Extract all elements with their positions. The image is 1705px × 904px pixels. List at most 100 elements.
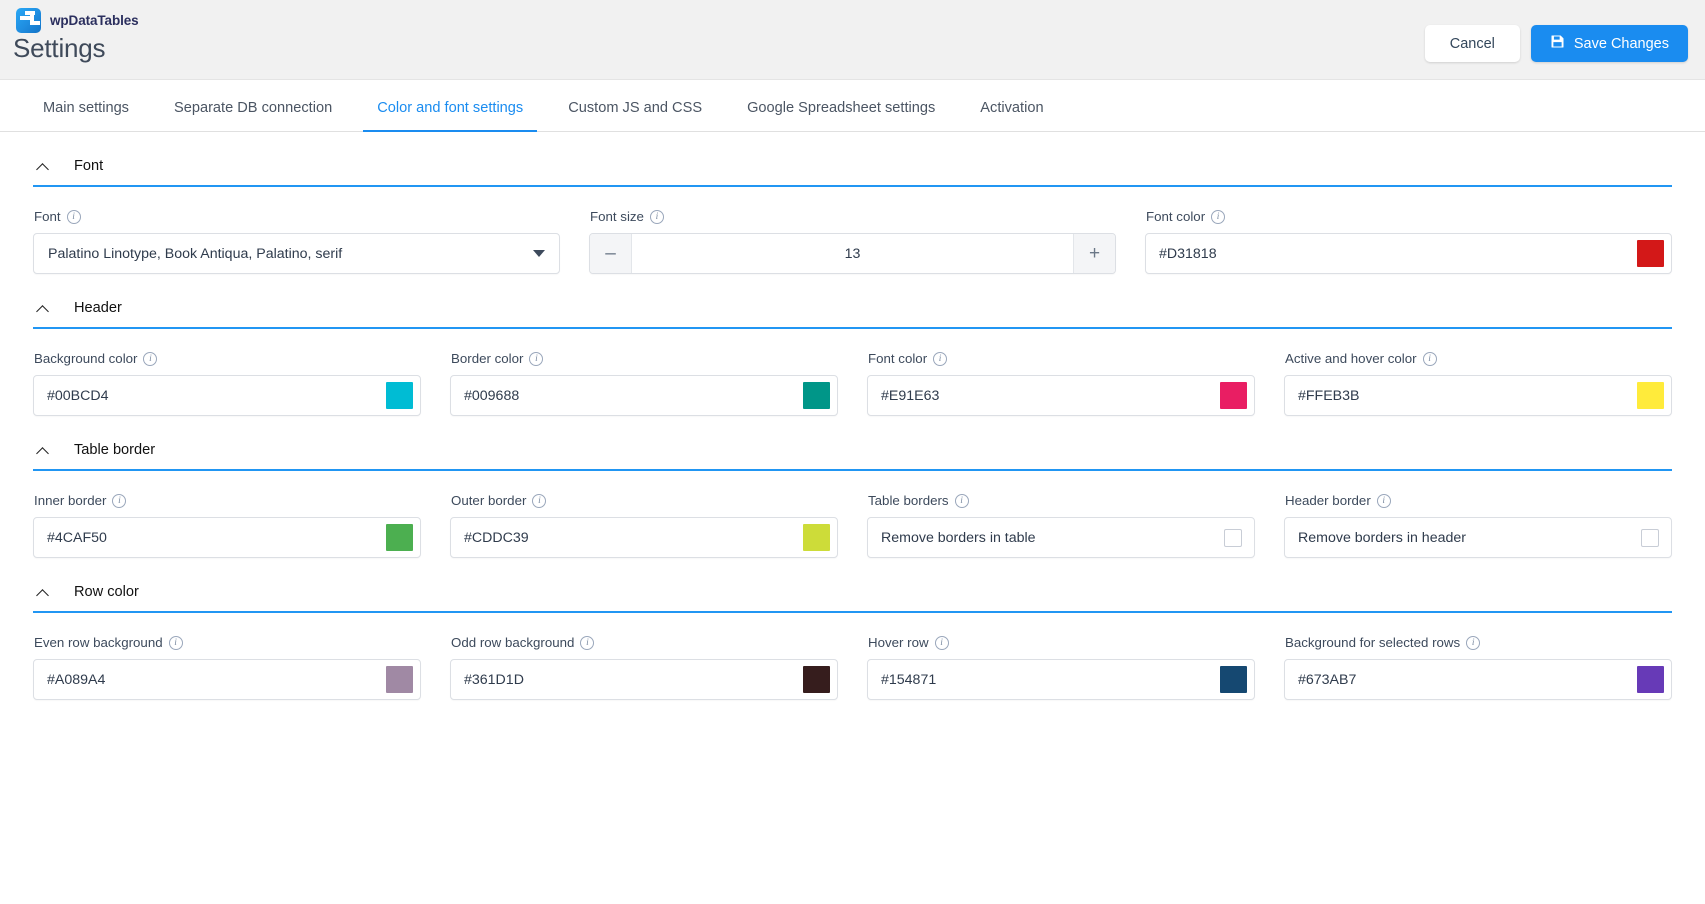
section-title: Row color — [74, 584, 139, 600]
page-title: Settings — [13, 33, 106, 63]
field-active-and-hover-color: Active and hover color i #FFEB3B — [1284, 351, 1672, 416]
field-label: Header border i — [1284, 493, 1672, 508]
field-border-color: Border color i #009688 — [450, 351, 838, 416]
color-input-font-color[interactable]: #E91E63 — [867, 375, 1255, 416]
tab-custom-js-and-css[interactable]: Custom JS and CSS — [554, 100, 716, 131]
section-header[interactable]: Header — [33, 274, 1672, 327]
input-value[interactable]: #361D1D — [451, 672, 803, 688]
info-icon[interactable]: i — [1211, 209, 1226, 224]
decrement-button[interactable]: – — [590, 234, 632, 273]
color-swatch[interactable] — [1637, 666, 1664, 693]
save-changes-button[interactable]: Save Changes — [1530, 25, 1688, 62]
tab-color-and-font-settings[interactable]: Color and font settings — [363, 100, 538, 132]
field-outer-border: Outer border i #CDDC39 — [450, 493, 838, 558]
font-size-value[interactable]: 13 — [632, 234, 1073, 273]
section-header[interactable]: Font — [33, 132, 1672, 185]
input-value[interactable]: Palatino Linotype, Book Antiqua, Palatin… — [34, 246, 533, 262]
select-font[interactable]: Palatino Linotype, Book Antiqua, Palatin… — [33, 233, 560, 274]
chevron-up-icon[interactable] — [36, 304, 50, 313]
section-font: Font Font i Palatino Linotype, Book Antiqua… — [33, 132, 1672, 274]
field-label-text: Hover row — [868, 635, 929, 650]
color-input-outer-border[interactable]: #CDDC39 — [450, 517, 838, 558]
info-icon[interactable]: i — [529, 351, 544, 366]
field-label-text: Border color — [451, 351, 524, 366]
save-changes-label: Save Changes — [1573, 35, 1669, 52]
color-input-inner-border[interactable]: #4CAF50 — [33, 517, 421, 558]
field-label: Even row background i — [33, 635, 421, 650]
tab-activation[interactable]: Activation — [966, 100, 1057, 131]
info-icon[interactable]: i — [112, 493, 127, 508]
section-title: Table border — [74, 442, 156, 458]
chevron-down-icon[interactable] — [533, 250, 545, 257]
font-size-stepper[interactable]: –13 + — [589, 233, 1116, 274]
cancel-button[interactable]: Cancel — [1424, 25, 1520, 62]
field-label: Active and hover color i — [1284, 351, 1672, 366]
info-icon[interactable]: i — [1376, 493, 1391, 508]
increment-button[interactable]: + — [1073, 234, 1115, 273]
info-icon[interactable]: i — [66, 209, 81, 224]
color-input-even-row-background[interactable]: #A089A4 — [33, 659, 421, 700]
checkbox-row-header-border[interactable]: Remove borders in header — [1284, 517, 1672, 558]
input-value[interactable]: #E91E63 — [868, 388, 1220, 404]
input-value[interactable]: #4CAF50 — [34, 530, 386, 546]
field-label-text: Font — [34, 209, 61, 224]
chevron-up-icon[interactable] — [36, 446, 50, 455]
info-icon[interactable]: i — [933, 351, 948, 366]
field-font-color: Font color i #D31818 — [1145, 209, 1672, 274]
settings-content: Font Font i Palatino Linotype, Book Antiqua… — [0, 132, 1705, 700]
input-value[interactable]: #00BCD4 — [34, 388, 386, 404]
section-header[interactable]: Row color — [33, 558, 1672, 611]
tab-separate-db-connection[interactable]: Separate DB connection — [160, 100, 346, 131]
color-swatch[interactable] — [386, 382, 413, 409]
input-value[interactable]: #673AB7 — [1285, 672, 1637, 688]
color-swatch[interactable] — [386, 524, 413, 551]
color-input-hover-row[interactable]: #154871 — [867, 659, 1255, 700]
field-label: Outer border i — [450, 493, 838, 508]
color-swatch[interactable] — [803, 382, 830, 409]
section-header[interactable]: Table border — [33, 416, 1672, 469]
color-input-font-color[interactable]: #D31818 — [1145, 233, 1672, 274]
input-value[interactable]: Remove borders in header — [1285, 530, 1641, 546]
color-swatch[interactable] — [803, 524, 830, 551]
color-input-active-and-hover-color[interactable]: #FFEB3B — [1284, 375, 1672, 416]
info-icon[interactable]: i — [649, 209, 664, 224]
color-input-background-for-selected-rows[interactable]: #673AB7 — [1284, 659, 1672, 700]
color-swatch[interactable] — [386, 666, 413, 693]
color-swatch[interactable] — [1637, 240, 1664, 267]
info-icon[interactable]: i — [934, 635, 949, 650]
field-label: Font color i — [1145, 209, 1672, 224]
chevron-up-icon[interactable] — [36, 162, 50, 171]
color-swatch[interactable] — [1220, 666, 1247, 693]
tab-main-settings[interactable]: Main settings — [29, 100, 143, 131]
chevron-up-icon[interactable] — [36, 588, 50, 597]
input-value[interactable]: #A089A4 — [34, 672, 386, 688]
tab-google-spreadsheet-settings[interactable]: Google Spreadsheet settings — [733, 100, 949, 131]
color-input-border-color[interactable]: #009688 — [450, 375, 838, 416]
field-row: Font i Palatino Linotype, Book Antiqua, Pa… — [33, 187, 1672, 274]
brand-name: wpDataTables — [50, 13, 139, 28]
info-icon[interactable]: i — [1422, 351, 1437, 366]
input-value[interactable]: #D31818 — [1146, 246, 1637, 262]
checkbox-row-table-borders[interactable]: Remove borders in table — [867, 517, 1255, 558]
input-value[interactable]: #154871 — [868, 672, 1220, 688]
field-header-border: Header border i Remove borders in header — [1284, 493, 1672, 558]
field-label: Background color i — [33, 351, 421, 366]
color-input-odd-row-background[interactable]: #361D1D — [450, 659, 838, 700]
input-value[interactable]: #CDDC39 — [451, 530, 803, 546]
info-icon[interactable]: i — [532, 493, 547, 508]
info-icon[interactable]: i — [168, 635, 183, 650]
color-swatch[interactable] — [803, 666, 830, 693]
color-input-background-color[interactable]: #00BCD4 — [33, 375, 421, 416]
checkbox-input[interactable] — [1641, 528, 1659, 547]
info-icon[interactable]: i — [954, 493, 969, 508]
color-swatch[interactable] — [1220, 382, 1247, 409]
info-icon[interactable]: i — [1466, 635, 1481, 650]
input-value[interactable]: #009688 — [451, 388, 803, 404]
field-background-color: Background color i #00BCD4 — [33, 351, 421, 416]
checkbox-input[interactable] — [1224, 528, 1242, 547]
info-icon[interactable]: i — [580, 635, 595, 650]
info-icon[interactable]: i — [143, 351, 158, 366]
input-value[interactable]: #FFEB3B — [1285, 388, 1637, 404]
input-value[interactable]: Remove borders in table — [868, 530, 1224, 546]
color-swatch[interactable] — [1637, 382, 1664, 409]
